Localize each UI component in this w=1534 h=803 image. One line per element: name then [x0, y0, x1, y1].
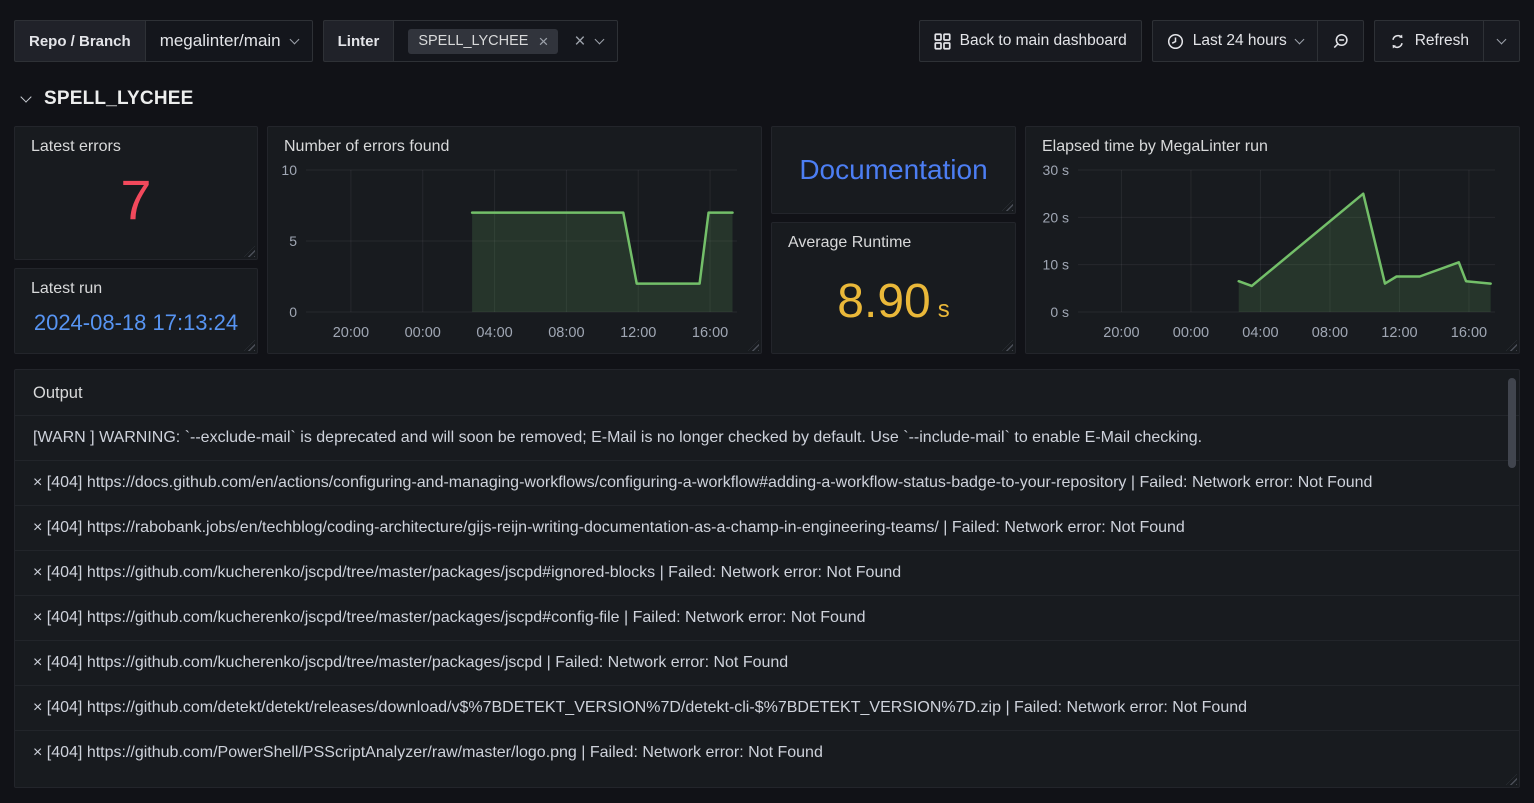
output-log-row: × [404] https://github.com/detekt/detekt…	[15, 685, 1519, 730]
panel-resize-handle[interactable]	[1002, 340, 1013, 351]
grafana-dashboard: Repo / Branch megalinter/main Linter SPE…	[0, 0, 1534, 803]
panel-latest-run: Latest run 2024-08-18 17:13:24	[14, 268, 258, 354]
back-button-label: Back to main dashboard	[960, 32, 1127, 50]
repo-branch-label: Repo / Branch	[14, 20, 145, 62]
scrollbar-thumb[interactable]	[1508, 378, 1516, 468]
linter-select[interactable]: SPELL_LYCHEE × ×	[393, 20, 617, 62]
refresh-interval-dropdown[interactable]	[1483, 20, 1520, 62]
panel-title[interactable]: Latest errors	[15, 127, 257, 156]
documentation-link[interactable]: Documentation	[799, 154, 987, 186]
linter-tag-value: SPELL_LYCHEE	[418, 33, 528, 49]
remove-tag-icon[interactable]: ×	[538, 33, 548, 50]
search-minus-icon	[1332, 33, 1349, 50]
svg-text:20 s: 20 s	[1043, 209, 1069, 225]
output-log-row: × [404] https://rabobank.jobs/en/techblo…	[15, 505, 1519, 550]
clear-selection-icon[interactable]: ×	[574, 32, 585, 51]
svg-text:10: 10	[281, 162, 297, 178]
panel-average-runtime: Average Runtime 8.90 s	[771, 222, 1016, 354]
time-range-label: Last 24 hours	[1193, 32, 1287, 50]
zoom-out-time-button[interactable]	[1317, 20, 1364, 62]
output-log-row: × [404] https://github.com/PowerShell/PS…	[15, 730, 1519, 775]
toolbar-actions: Back to main dashboard Last 24 hours	[919, 20, 1520, 62]
linter-label: Linter	[323, 20, 394, 62]
panel-resize-handle[interactable]	[1002, 200, 1013, 211]
panel-elapsed-time-chart: Elapsed time by MegaLinter run 0 s 10 s 20…	[1025, 126, 1520, 354]
output-log-row: × [404] https://github.com/kucherenko/js…	[15, 595, 1519, 640]
average-runtime-number: 8.90	[837, 274, 930, 329]
svg-text:30 s: 30 s	[1043, 162, 1069, 178]
variable-repo-branch: Repo / Branch megalinter/main	[14, 20, 313, 62]
panel-latest-errors: Latest errors 7	[14, 126, 258, 260]
latest-errors-value: 7	[15, 156, 257, 242]
panel-title[interactable]: Elapsed time by MegaLinter run	[1026, 127, 1519, 156]
column-stats: Latest errors 7 Latest run 2024-08-18 17…	[14, 126, 258, 354]
svg-text:08:00: 08:00	[548, 325, 584, 341]
output-log-row: [WARN ] WARNING: `--exclude-mail` is dep…	[15, 415, 1519, 460]
chevron-down-icon	[289, 34, 299, 44]
variable-linter: Linter SPELL_LYCHEE × ×	[323, 20, 618, 62]
repo-branch-value: megalinter/main	[160, 31, 281, 51]
chevron-down-icon	[1294, 34, 1304, 44]
output-log-row: × [404] https://github.com/kucherenko/js…	[15, 550, 1519, 595]
svg-text:0 s: 0 s	[1050, 304, 1069, 320]
section-title: SPELL_LYCHEE	[44, 88, 194, 110]
template-variables: Repo / Branch megalinter/main Linter SPE…	[14, 20, 618, 62]
time-range-picker[interactable]: Last 24 hours	[1152, 20, 1317, 62]
svg-text:5: 5	[289, 233, 297, 249]
svg-text:00:00: 00:00	[405, 325, 441, 341]
refresh-button[interactable]: Refresh	[1374, 20, 1483, 62]
svg-text:04:00: 04:00	[1242, 325, 1278, 341]
panel-title[interactable]: Average Runtime	[772, 223, 1015, 252]
apps-grid-icon	[934, 33, 951, 50]
svg-text:16:00: 16:00	[692, 325, 728, 341]
panel-resize-handle[interactable]	[1506, 774, 1517, 785]
elapsed-time-series-chart[interactable]: 0 s 10 s 20 s 30 s 20:00 00:00 04:00 08:00 12:00…	[1026, 160, 1509, 344]
refresh-sync-icon	[1389, 33, 1406, 50]
average-runtime-value: 8.90 s	[772, 274, 1015, 329]
svg-text:20:00: 20:00	[333, 325, 369, 341]
output-log-row: × [404] https://github.com/kucherenko/js…	[15, 640, 1519, 685]
svg-text:08:00: 08:00	[1312, 325, 1348, 341]
svg-text:12:00: 12:00	[620, 325, 656, 341]
linter-tag[interactable]: SPELL_LYCHEE ×	[408, 29, 558, 54]
time-controls: Last 24 hours	[1152, 20, 1364, 62]
repo-branch-select[interactable]: megalinter/main	[145, 20, 313, 62]
refresh-label: Refresh	[1415, 32, 1469, 50]
output-log-row: × [404] https://docs.github.com/en/actio…	[15, 460, 1519, 505]
svg-text:16:00: 16:00	[1451, 325, 1487, 341]
refresh-controls: Refresh	[1374, 20, 1520, 62]
top-bar: Repo / Branch megalinter/main Linter SPE…	[0, 0, 1534, 62]
chevron-down-icon	[594, 34, 604, 44]
chevron-down-icon	[1497, 34, 1507, 44]
row-toggle-spell-lychee[interactable]: SPELL_LYCHEE	[22, 88, 1520, 110]
panel-grid: Latest errors 7 Latest run 2024-08-18 17…	[14, 126, 1520, 354]
panel-title[interactable]: Number of errors found	[268, 127, 761, 156]
panel-errors-chart: Number of errors found 0 5 10 20:00 00:00 04:…	[267, 126, 762, 354]
chevron-down-icon	[20, 91, 31, 102]
errors-time-series-chart[interactable]: 0 5 10 20:00 00:00 04:00 08:00 12:00 16:00	[268, 160, 751, 344]
average-runtime-unit: s	[938, 296, 950, 324]
panel-documentation: Documentation	[771, 126, 1016, 214]
svg-text:0: 0	[289, 304, 297, 320]
svg-text:00:00: 00:00	[1173, 325, 1209, 341]
svg-text:04:00: 04:00	[476, 325, 512, 341]
back-to-main-dashboard-button[interactable]: Back to main dashboard	[919, 20, 1142, 62]
latest-run-link[interactable]: 2024-08-18 17:13:24	[15, 310, 257, 336]
svg-text:10 s: 10 s	[1043, 257, 1069, 273]
svg-text:12:00: 12:00	[1381, 325, 1417, 341]
panel-output: Output [WARN ] WARNING: `--exclude-mail`…	[14, 369, 1520, 788]
panel-title[interactable]: Latest run	[15, 269, 257, 298]
clock-icon	[1167, 33, 1184, 50]
panel-title[interactable]: Output	[15, 370, 1519, 415]
column-links: Documentation Average Runtime 8.90 s	[771, 126, 1016, 354]
svg-text:20:00: 20:00	[1103, 325, 1139, 341]
panel-resize-handle[interactable]	[244, 246, 255, 257]
panel-resize-handle[interactable]	[244, 340, 255, 351]
